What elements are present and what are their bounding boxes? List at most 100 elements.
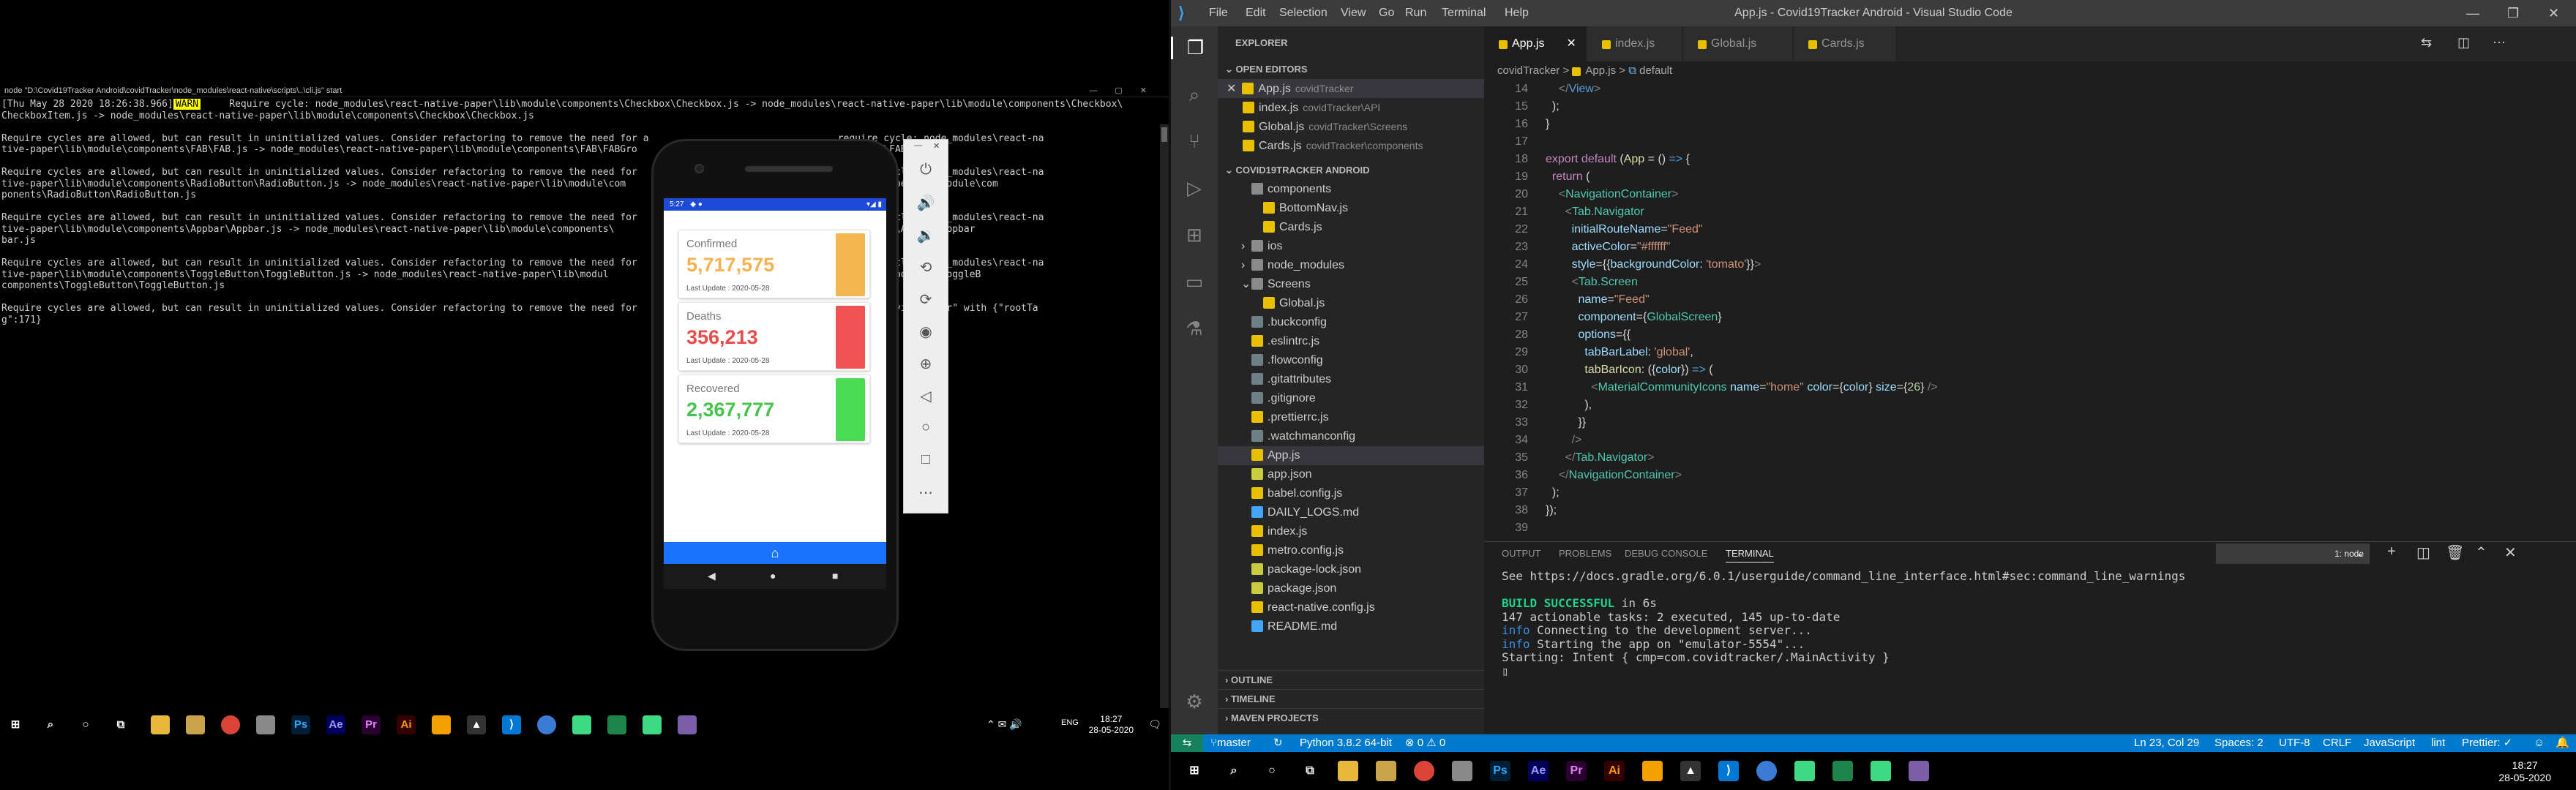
tree-item[interactable]: .flowconfig bbox=[1218, 351, 1484, 370]
open-editor-app[interactable]: ✕ App.js covidTracker bbox=[1218, 79, 1484, 98]
premiere-icon[interactable]: Pr bbox=[1566, 761, 1587, 781]
menu-terminal[interactable]: Terminal bbox=[1442, 0, 1486, 26]
testing-icon[interactable]: ⚗ bbox=[1171, 317, 1218, 340]
scroll-thumb[interactable] bbox=[1161, 127, 1167, 142]
notification-icon[interactable]: 🗨 bbox=[1148, 718, 1161, 731]
minimize-button[interactable]: — bbox=[2466, 0, 2479, 26]
tray-icons[interactable]: ⌃ ✉ 🔊 bbox=[986, 718, 1022, 731]
console-scrollbar[interactable] bbox=[1160, 124, 1169, 731]
after-effects-icon[interactable]: Ae bbox=[1528, 761, 1549, 781]
tree-item[interactable]: package-lock.json bbox=[1218, 560, 1484, 579]
overview-button-icon[interactable]: □ bbox=[904, 451, 948, 468]
node-icon[interactable] bbox=[643, 715, 662, 734]
remote-icon[interactable]: ⇆ bbox=[1171, 734, 1203, 752]
tree-item[interactable]: Cards.js bbox=[1218, 218, 1484, 237]
zoom-icon[interactable]: ⊕ bbox=[904, 355, 948, 373]
rotate-left-icon[interactable]: ⟲ bbox=[904, 258, 948, 276]
photoshop-icon[interactable]: Ps bbox=[291, 715, 310, 734]
rotate-right-icon[interactable]: ⟳ bbox=[904, 290, 948, 309]
remote-explorer-icon[interactable]: ▭ bbox=[1171, 271, 1218, 293]
tree-item[interactable]: README.md bbox=[1218, 617, 1484, 636]
windows-start-icon[interactable]: ⊞ bbox=[1184, 761, 1205, 781]
photoshop-icon[interactable]: Ps bbox=[1490, 761, 1510, 781]
tree-item[interactable]: .gitattributes bbox=[1218, 370, 1484, 389]
power-icon[interactable]: ⏻ bbox=[904, 162, 948, 178]
file-explorer-icon[interactable] bbox=[1338, 761, 1358, 781]
home-button-icon[interactable]: ○ bbox=[904, 419, 948, 436]
menu-file[interactable]: File bbox=[1209, 0, 1228, 26]
tab-global-js[interactable]: Global.js bbox=[1683, 26, 1793, 61]
tree-item[interactable]: metro.config.js bbox=[1218, 541, 1484, 560]
open-editor-cards[interactable]: Cards.js covidTracker\components bbox=[1218, 136, 1484, 155]
close-button[interactable]: ✕ bbox=[2548, 0, 2559, 26]
chrome-dev-icon[interactable] bbox=[537, 715, 556, 734]
panel-tab-output[interactable]: OUTPUT bbox=[1502, 548, 1540, 559]
app-icon[interactable] bbox=[432, 715, 451, 734]
prettier-indicator[interactable]: Prettier: ✓ bbox=[2462, 734, 2512, 752]
file-explorer-icon[interactable] bbox=[151, 715, 170, 734]
timeline-section[interactable]: › TIMELINE bbox=[1218, 689, 1484, 708]
source-control-icon[interactable]: ⑂ bbox=[1171, 130, 1218, 153]
branch-indicator[interactable]: ⑂ master bbox=[1210, 734, 1251, 752]
encoding[interactable]: UTF-8 bbox=[2279, 734, 2310, 752]
menu-help[interactable]: Help bbox=[1505, 0, 1529, 26]
indentation[interactable]: Spaces: 2 bbox=[2214, 734, 2264, 752]
emulator-minimize-button[interactable]: — bbox=[914, 141, 922, 150]
illustrator-icon[interactable]: Ai bbox=[397, 715, 416, 734]
split-terminal-icon[interactable]: ◫ bbox=[2416, 543, 2430, 562]
android-studio-icon[interactable] bbox=[1794, 761, 1815, 781]
unity-icon[interactable]: ▲ bbox=[467, 715, 486, 734]
menu-edit[interactable]: Edit bbox=[1246, 0, 1266, 26]
volume-down-icon[interactable]: 🔉 bbox=[904, 226, 948, 244]
node-icon[interactable] bbox=[1871, 761, 1891, 781]
emulator-icon[interactable] bbox=[607, 715, 626, 734]
code-editor[interactable]: 14 15 16 17 18 19 20 21 22 23 24 25 26 27 28 29 30 31 32 33… bbox=[1484, 80, 2576, 541]
taskbar-clock[interactable]: 18:27 28-05-2020 bbox=[2498, 759, 2551, 784]
problems-indicator[interactable]: ⊗ 0 ⚠ 0 bbox=[1405, 734, 1445, 752]
search-icon[interactable]: ⌕ bbox=[1224, 761, 1244, 781]
new-terminal-icon[interactable]: + bbox=[2387, 543, 2396, 560]
task-view-icon[interactable]: ⧉ bbox=[111, 715, 130, 734]
deaths-card[interactable]: Deaths 356,213 Last Update : 2020-05-28 bbox=[678, 302, 870, 371]
back-button-icon[interactable]: ◁ bbox=[904, 387, 948, 405]
close-icon[interactable]: ✕ bbox=[1227, 83, 1236, 95]
folder-icon[interactable] bbox=[186, 715, 205, 734]
taskbar-clock[interactable]: 18:27 28-05-2020 bbox=[1089, 714, 1134, 736]
store-icon[interactable] bbox=[256, 715, 275, 734]
console-window-buttons[interactable]: —▢✕ bbox=[1089, 84, 1164, 97]
lint-indicator[interactable]: lint bbox=[2431, 734, 2445, 752]
emulator-close-button[interactable]: ✕ bbox=[933, 141, 940, 151]
home-nav-icon[interactable]: ● bbox=[770, 570, 776, 582]
menu-view[interactable]: View bbox=[1341, 0, 1366, 26]
maven-section[interactable]: › MAVEN PROJECTS bbox=[1218, 708, 1484, 727]
menu-run[interactable]: Run bbox=[1405, 0, 1426, 26]
camera-screenshot-icon[interactable]: ◉ bbox=[904, 323, 948, 341]
project-header[interactable]: ⌄ COVID19TRACKER ANDROID bbox=[1218, 161, 1484, 180]
maximize-button[interactable]: ❐ bbox=[2507, 0, 2519, 26]
windows-start-icon[interactable]: ⊞ bbox=[6, 715, 25, 734]
language-indicator[interactable]: ENG bbox=[1061, 718, 1079, 727]
chrome-icon[interactable] bbox=[221, 715, 240, 734]
tab-app-js[interactable]: App.js ✕ bbox=[1484, 26, 1587, 61]
compare-icon[interactable]: ⇆ bbox=[2421, 35, 2432, 50]
console-title-bar[interactable]: node "D:\Covid19Tracker Android\covidTra… bbox=[0, 84, 1169, 97]
phone-screen[interactable]: 5:27 ◆ ● ▾◢ ▮ Confirmed 5,717,575 Last U… bbox=[664, 198, 886, 564]
bell-icon[interactable]: 🔔 bbox=[2556, 734, 2569, 752]
eol[interactable]: CRLF bbox=[2323, 734, 2351, 752]
extensions-icon[interactable]: ⊞ bbox=[1171, 224, 1218, 247]
tree-item[interactable]: components bbox=[1218, 180, 1484, 199]
settings-gear-icon[interactable]: ⚙ bbox=[1171, 691, 1218, 713]
vscode-icon[interactable]: ⟩ bbox=[502, 715, 521, 734]
back-icon[interactable]: ◀ bbox=[708, 570, 716, 582]
store-icon[interactable] bbox=[1452, 761, 1472, 781]
maximize-panel-icon[interactable]: ⌃ bbox=[2475, 543, 2487, 562]
open-editor-global[interactable]: Global.js covidTracker\Screens bbox=[1218, 117, 1484, 136]
tree-item[interactable]: Global.js bbox=[1218, 294, 1484, 313]
more-actions-icon[interactable]: ⋯ bbox=[2493, 35, 2506, 50]
tree-item[interactable]: .buckconfig bbox=[1218, 313, 1484, 332]
folder-icon[interactable] bbox=[1376, 761, 1396, 781]
feedback-icon[interactable]: ☺ bbox=[2534, 734, 2545, 752]
explorer-icon[interactable]: ❐ bbox=[1171, 37, 1218, 59]
tree-item[interactable]: App.js bbox=[1218, 446, 1484, 465]
unity-icon[interactable]: ▲ bbox=[1680, 761, 1701, 781]
